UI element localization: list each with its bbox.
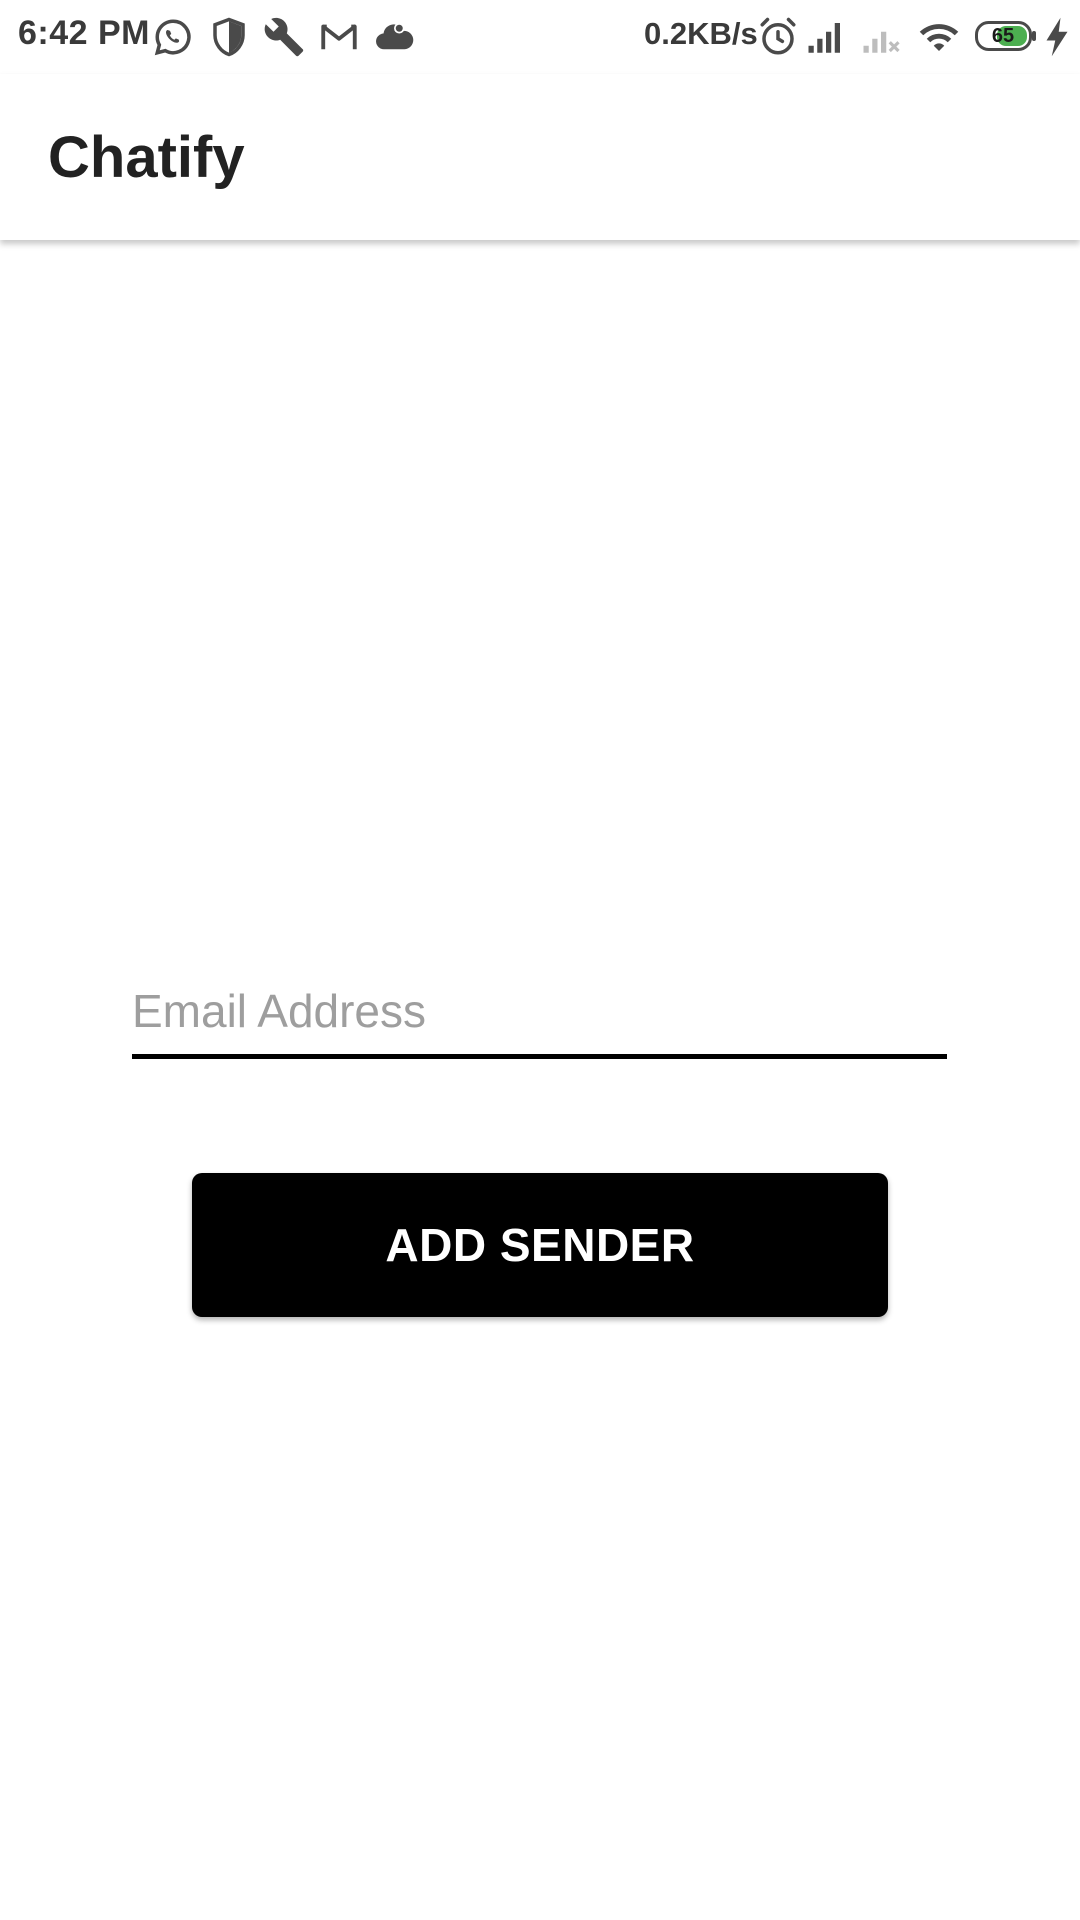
whatsapp-icon [154,19,191,56]
network-speed: 0.2KB/s [644,16,758,51]
battery-level: 65 [991,25,1015,47]
signal-icon [808,23,840,53]
gmail-icon [321,24,357,50]
status-time: 6:42 PM [18,14,150,52]
alarm-icon [760,17,796,55]
email-input[interactable] [132,975,947,1059]
email-field-container [132,975,947,1065]
battery-icon: 65 [975,21,1037,51]
wrench-icon [264,17,304,57]
status-bar: 6:42 PM 0.2KB/s 65 [0,0,1080,74]
app-bar: Chatify [0,74,1080,240]
add-sender-button[interactable]: ADD SENDER [192,1173,888,1317]
app-title: Chatify [48,125,245,190]
no-signal-icon [863,31,900,53]
cloud-icon [376,23,414,50]
shield-icon [213,17,245,57]
wifi-icon [919,24,959,51]
charging-icon [1046,17,1068,57]
